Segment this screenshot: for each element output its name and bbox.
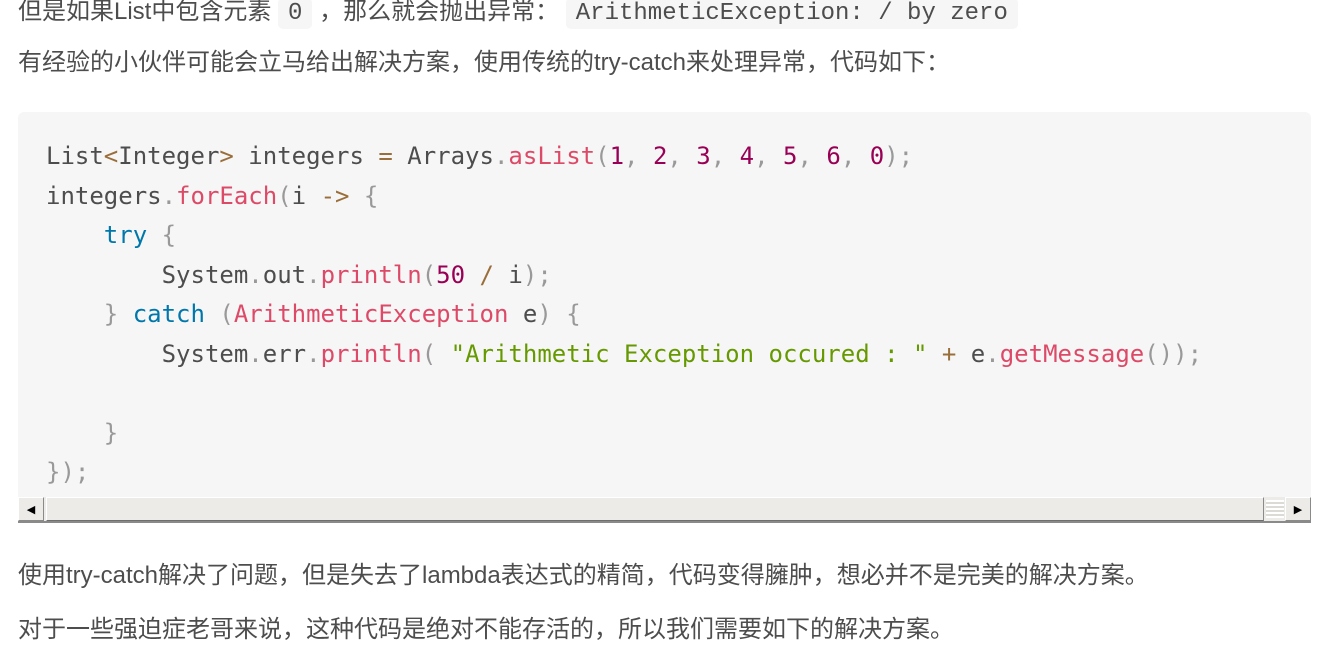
scroll-right-button[interactable]: ▶ bbox=[1285, 497, 1311, 521]
code-line: integers.forEach(i -> { bbox=[46, 181, 379, 210]
arrow-left-icon: ◀ bbox=[26, 503, 36, 516]
scrollbar-grip[interactable] bbox=[1266, 500, 1284, 518]
intro-paragraph-1: 但是如果List中包含元素 0 ，那么就会抛出异常： ArithmeticExc… bbox=[18, 0, 1018, 30]
scroll-left-button[interactable]: ◀ bbox=[18, 497, 44, 521]
arrow-right-icon: ▶ bbox=[1293, 503, 1303, 516]
code-line: } bbox=[103, 418, 119, 447]
code-block: List<Integer> integers = Arrays.asList(1… bbox=[18, 112, 1311, 497]
code-content: List<Integer> integers = Arrays.asList(1… bbox=[46, 138, 1202, 494]
scrollbar-thumb[interactable] bbox=[46, 497, 1264, 521]
intro-text-prefix: 但是如果List中包含元素 bbox=[18, 0, 272, 25]
horizontal-scrollbar[interactable]: ◀ ▶ bbox=[18, 497, 1311, 523]
code-line: System.err.println( "Arithmetic Exceptio… bbox=[46, 339, 1203, 368]
code-line: try { bbox=[103, 221, 177, 249]
inline-code-zero: 0 bbox=[278, 0, 313, 29]
code-line: List<Integer> integers = Arrays.asList(1… bbox=[46, 142, 914, 170]
code-lines: List<Integer> integers = Arrays.asList(1… bbox=[46, 142, 1202, 486]
outro-paragraph-1: 使用try-catch解决了问题，但是失去了lambda表达式的精简，代码变得臃… bbox=[18, 562, 1149, 589]
code-line: } catch (ArithmeticException e) { bbox=[103, 300, 581, 328]
code-line: }); bbox=[46, 458, 90, 486]
inline-code-exception: ArithmeticException: / by zero bbox=[565, 0, 1018, 29]
intro-text-middle: ，那么就会抛出异常： bbox=[319, 0, 560, 25]
code-line: System.out.println(50 / i); bbox=[46, 260, 552, 289]
outro-paragraph-2: 对于一些强迫症老哥来说，这种代码是绝对不能存活的，所以我们需要如下的解决方案。 bbox=[18, 616, 954, 643]
intro-paragraph-2: 有经验的小伙伴可能会立马给出解决方案，使用传统的try-catch来处理异常，代… bbox=[18, 49, 951, 76]
